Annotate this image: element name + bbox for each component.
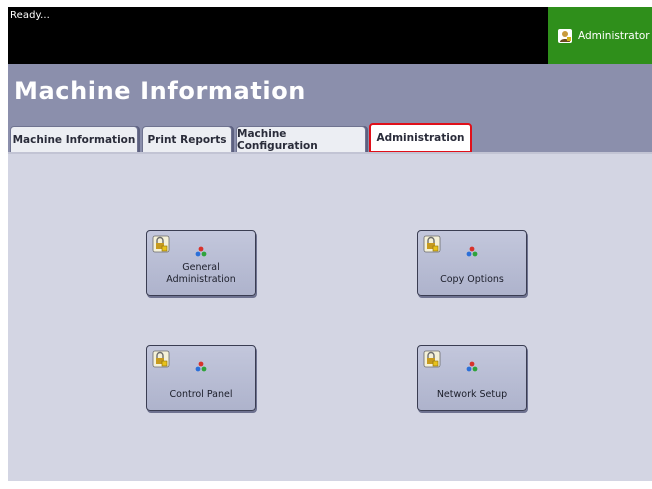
tile-label: General Administration	[166, 262, 236, 285]
status-bar: Ready... Administrator	[8, 7, 652, 64]
tab-machine-information[interactable]: Machine Information	[10, 126, 138, 152]
tab-label: Administration	[376, 132, 465, 144]
page-title: Machine Information	[14, 77, 306, 105]
tile-label: Network Setup	[436, 389, 508, 400]
general-administration-button[interactable]: General Administration	[146, 230, 256, 296]
service-dots-icon	[195, 246, 207, 257]
tile-label: Control Panel	[169, 389, 233, 400]
device-screen: Ready... Administrator Machine Informati…	[8, 7, 652, 481]
status-text: Ready...	[10, 10, 50, 21]
service-dots-icon	[466, 246, 478, 257]
lock-icon	[152, 235, 170, 253]
lock-icon	[152, 350, 170, 368]
tab-administration[interactable]: Administration	[369, 123, 472, 153]
lock-icon	[423, 350, 441, 368]
tab-print-reports[interactable]: Print Reports	[142, 126, 232, 152]
copy-options-button[interactable]: Copy Options	[417, 230, 527, 296]
admin-user-icon	[558, 28, 572, 43]
lock-icon	[423, 235, 441, 253]
tab-label: Machine Configuration	[237, 127, 318, 152]
user-login-button[interactable]: Administrator	[548, 7, 652, 64]
tile-label: Copy Options	[440, 274, 504, 285]
user-label: Administrator	[578, 29, 650, 42]
tab-divider	[8, 152, 652, 154]
tab-label: Machine Information	[12, 133, 136, 146]
control-panel-button[interactable]: Control Panel	[146, 345, 256, 411]
tab-label: Print Reports	[147, 133, 227, 146]
tab-machine-configuration[interactable]: Machine Configuration	[236, 126, 366, 152]
service-dots-icon	[195, 361, 207, 372]
service-dots-icon	[466, 361, 478, 372]
network-setup-button[interactable]: Network Setup	[417, 345, 527, 411]
